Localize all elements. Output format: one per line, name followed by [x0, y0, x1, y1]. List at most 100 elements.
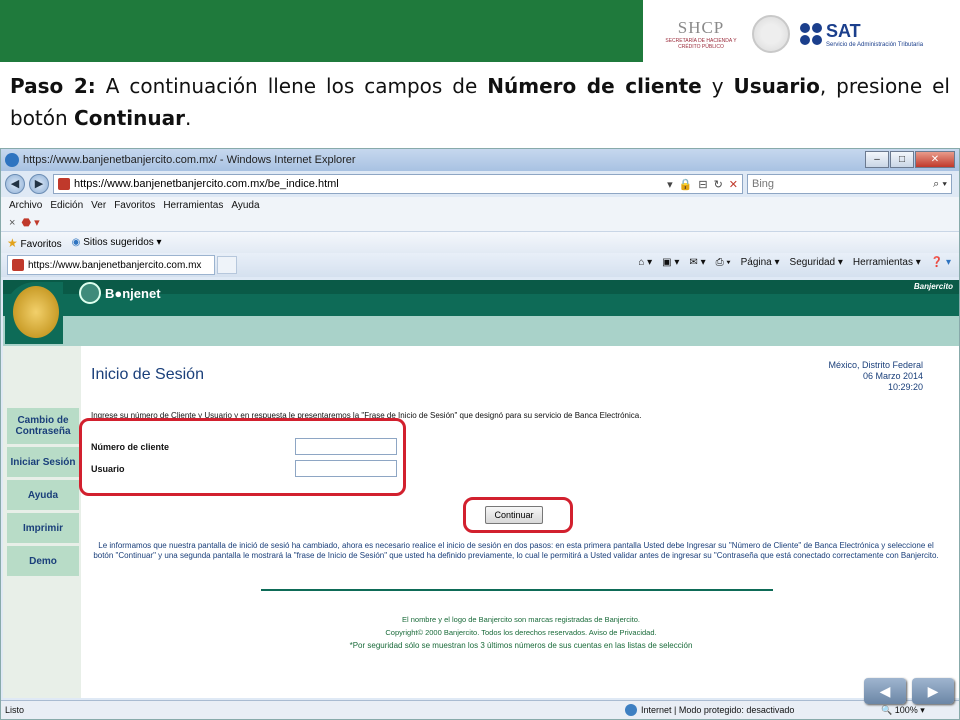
nav-imprimir[interactable]: Imprimir [7, 513, 79, 543]
shcp-logo: SHCP SECRETARÍA DE HACIENDA Y CRÉDITO PÚ… [660, 18, 742, 50]
status-text: Listo [5, 705, 25, 715]
extra-toolbar: × ⬣ ▾ [1, 214, 959, 231]
tab-favicon-icon [12, 259, 24, 271]
command-seguridad[interactable]: Seguridad ▾ [790, 257, 843, 268]
date-box: México, Distrito Federal 06 Marzo 2014 1… [828, 360, 923, 393]
tabs-row: https://www.banjenetbanjercito.com.mx ⌂ … [1, 253, 959, 277]
tab-title: https://www.banjenetbanjercito.com.mx [28, 259, 202, 271]
mexico-seal-icon [752, 15, 790, 53]
maximize-button[interactable]: □ [890, 151, 914, 168]
back-button[interactable]: ◀ [5, 174, 25, 194]
browser-tab[interactable]: https://www.banjenetbanjercito.com.mx [7, 255, 215, 275]
close-window-button[interactable]: ✕ [915, 151, 955, 168]
suggested-sites-icon: ◉ [71, 237, 81, 248]
shcp-logo-text: SHCP [677, 18, 725, 37]
nav-demo[interactable]: Demo [7, 546, 79, 576]
favorites-bar: ★ Favoritos ◉ Sitios sugeridos ▾ [1, 231, 959, 253]
footer-security-note: *Por seguridad sólo se muestran los 3 úl… [349, 641, 693, 650]
nav-cambio-contrasena[interactable]: Cambio de Contraseña [7, 408, 79, 444]
address-bar[interactable]: https://www.banjenetbanjercito.com.mx/be… [53, 174, 743, 194]
menu-ver[interactable]: Ver [91, 200, 106, 211]
search-bar[interactable]: Bing ⌕ ▾ [747, 174, 952, 194]
divider [261, 589, 773, 591]
address-url: https://www.banjenetbanjercito.com.mx/be… [74, 178, 339, 190]
security-zone[interactable]: Internet | Modo protegido: desactivado [625, 704, 794, 716]
window-titlebar: https://www.banjenetbanjercito.com.mx/ -… [1, 149, 959, 171]
banjercito-header: B●njenet Banjercito [3, 280, 959, 346]
side-navigation: Cambio de Contraseña Iniciar Sesión Ayud… [7, 408, 79, 576]
print-icon[interactable]: ⎙ ▾ [716, 257, 731, 268]
favorites-button[interactable]: ★ Favoritos [7, 236, 62, 250]
close-toolbar-icon[interactable]: × [9, 217, 15, 229]
zoom-level: 100% [894, 704, 918, 715]
suggested-sites-link[interactable]: ◉ Sitios sugeridos ▾ [72, 237, 162, 248]
banjenet-logo: B●njenet [79, 282, 161, 304]
instruction-field-user: Usuario [733, 74, 820, 98]
command-herramientas[interactable]: Herramientas ▾ [853, 257, 921, 268]
time-text: 10:29:20 [887, 382, 923, 392]
addon-icon[interactable]: ⬣ ▾ [21, 216, 39, 229]
compatibility-icon[interactable]: ⊟ [698, 178, 707, 191]
dropdown-icon[interactable]: ▾ [667, 178, 673, 191]
date-text: 06 Marzo 2014 [862, 371, 923, 381]
new-tab-button[interactable] [217, 256, 237, 274]
nav-iniciar-sesion[interactable]: Iniciar Sesión [7, 447, 79, 477]
menu-herramientas[interactable]: Herramientas [163, 200, 223, 211]
sat-dots-icon [800, 23, 822, 45]
command-bar: ⌂ ▾ ▣ ▾ ✉ ▾ ⎙ ▾ Página ▾ Seguridad ▾ Her… [638, 257, 951, 268]
previous-slide-button[interactable]: ◀ [864, 678, 906, 704]
sat-logo: SAT Servicio de Administración Tributari… [800, 21, 923, 48]
login-content: Inicio de Sesión México, Distrito Federa… [79, 356, 959, 698]
globe-icon [79, 282, 101, 304]
info-text: Le informamos que nuestra pantalla de in… [93, 541, 939, 560]
footer-trademark: El nombre y el logo de Banjercito son ma… [401, 615, 641, 624]
step-label: Paso 2: [10, 74, 96, 98]
search-icon[interactable]: ⌕ ▾ [933, 178, 947, 191]
internet-zone-icon [625, 704, 637, 716]
star-icon: ★ [7, 235, 18, 250]
command-pagina[interactable]: Página ▾ [741, 257, 780, 268]
highlight-button-box [463, 497, 573, 533]
mail-icon[interactable]: ✉ ▾ [689, 257, 705, 268]
nav-ayuda[interactable]: Ayuda [7, 480, 79, 510]
feeds-icon[interactable]: ▣ ▾ [662, 257, 679, 268]
menu-ayuda[interactable]: Ayuda [231, 200, 259, 211]
footer-copyright: Copyright© 2000 Banjercito. Todos los de… [385, 628, 657, 637]
instruction-text: Paso 2: A continuación llene los campos … [10, 70, 950, 134]
slide-navigation: ◀ ▶ [864, 678, 954, 704]
internet-explorer-icon [5, 153, 19, 167]
site-favicon-icon [58, 178, 70, 190]
stop-icon[interactable]: ✕ [729, 178, 738, 191]
instruction-part: y [701, 74, 734, 98]
search-placeholder: Bing [752, 178, 775, 190]
status-bar: Listo Internet | Modo protegido: desacti… [1, 700, 959, 719]
header-strip [3, 316, 959, 346]
web-page: B●njenet Banjercito Cambio de Contraseña… [3, 280, 959, 698]
forward-button[interactable]: ▶ [29, 174, 49, 194]
instruction-field-client: Número de cliente [487, 74, 702, 98]
browser-window: https://www.banjenetbanjercito.com.mx/ -… [0, 148, 960, 720]
banjenet-brand: B●njenet [105, 285, 161, 301]
zoom-control[interactable]: 🔍 100% ▾ [881, 705, 925, 716]
instruction-button-name: Continuar [74, 106, 185, 130]
menu-favoritos[interactable]: Favoritos [114, 200, 155, 211]
help-icon[interactable]: ❓ ▾ [931, 257, 951, 268]
menu-archivo[interactable]: Archivo [9, 200, 42, 211]
instruction-part: A continuación llene los campos de [95, 74, 488, 98]
slide-banner [0, 0, 643, 62]
highlight-fields-box [79, 418, 406, 496]
suggested-sites-label: Sitios sugeridos ▾ [83, 237, 162, 248]
location-text: México, Distrito Federal [828, 360, 923, 370]
banjercito-emblem [5, 282, 63, 344]
minimize-button[interactable]: – [865, 151, 889, 168]
window-title: https://www.banjenetbanjercito.com.mx/ -… [23, 154, 356, 166]
refresh-icon[interactable]: ↻ [714, 178, 723, 191]
lock-icon[interactable]: 🔒 [679, 178, 693, 191]
page-title: Inicio de Sesión [91, 366, 204, 383]
menu-edicion[interactable]: Edición [50, 200, 83, 211]
next-slide-button[interactable]: ▶ [912, 678, 954, 704]
menu-bar: Archivo Edición Ver Favoritos Herramient… [1, 197, 959, 214]
instruction-part: . [184, 106, 192, 130]
banjercito-brand: Banjercito [913, 282, 953, 291]
home-icon[interactable]: ⌂ ▾ [638, 257, 652, 268]
